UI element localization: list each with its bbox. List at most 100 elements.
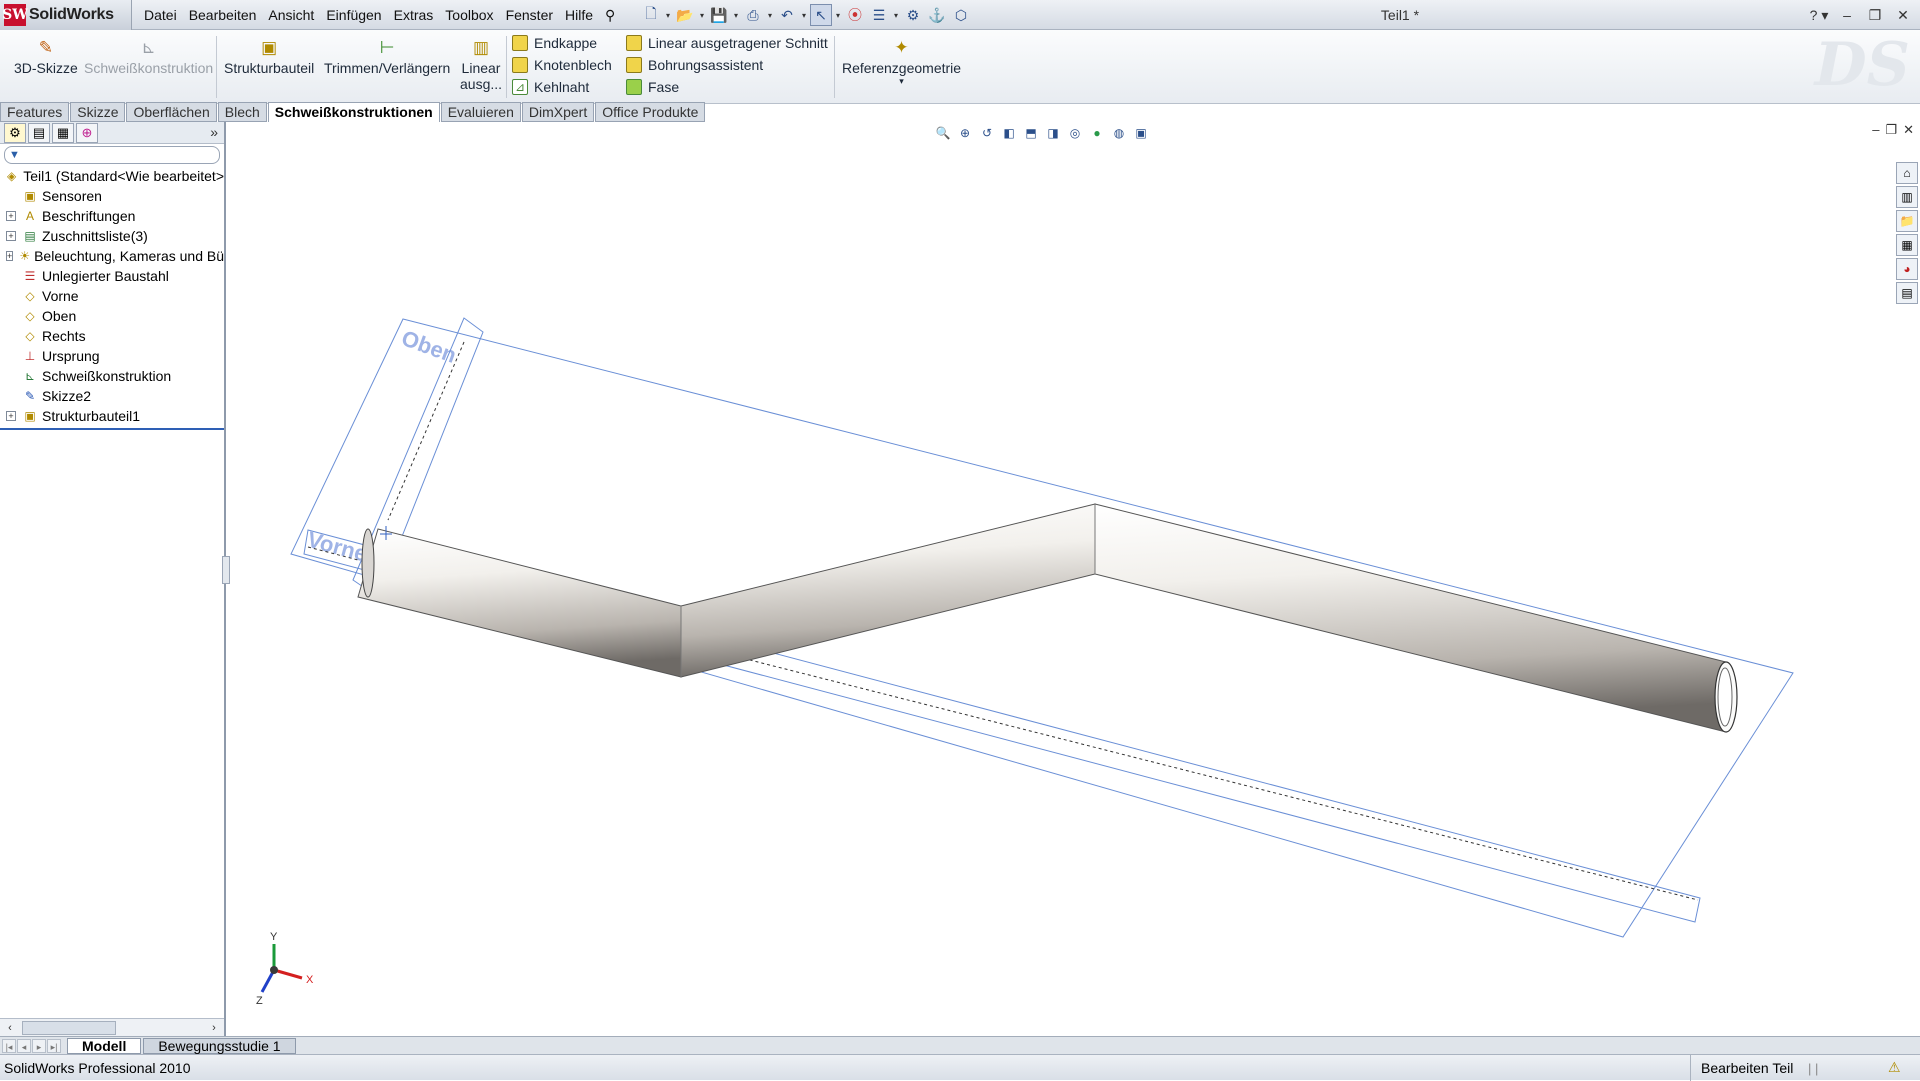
select-dropdown-icon[interactable]: ▾: [834, 4, 842, 26]
sketch-line[interactable]: [307, 546, 359, 561]
tree-root-part[interactable]: ◈ Teil1 (Standard<Wie bearbeitet>: [0, 166, 224, 186]
view-toolbar-icon[interactable]: ⚙: [902, 4, 924, 26]
doc-minimize-icon[interactable]: –: [1872, 122, 1879, 138]
tree-item[interactable]: + A Beschriftungen: [0, 206, 224, 226]
scroll-right-icon[interactable]: ›: [206, 1020, 222, 1036]
extruded-cut-button[interactable]: Linear ausgetragener Schnitt: [626, 32, 828, 54]
prev-tab-icon[interactable]: ◂: [17, 1038, 31, 1053]
sketch-line[interactable]: [387, 341, 465, 521]
tree-item[interactable]: ☰ Unlegierter Baustahl: [0, 266, 224, 286]
tab-skizze[interactable]: Skizze: [70, 102, 126, 122]
restore-icon[interactable]: ❐: [1864, 7, 1886, 24]
menu-toolbox[interactable]: Toolbox: [439, 7, 499, 23]
custom-properties-icon[interactable]: ▤: [1896, 282, 1918, 304]
expand-toggle-icon[interactable]: +: [6, 231, 16, 241]
configuration-manager-tab-icon[interactable]: ▦: [52, 122, 74, 143]
menu-einfuegen[interactable]: Einfügen: [320, 7, 387, 23]
linear-cut-button[interactable]: ▥ Linear ausg...: [460, 36, 502, 92]
tab-bewegungsstudie[interactable]: Bewegungsstudie 1: [143, 1037, 296, 1054]
reference-geometry-button[interactable]: ✦ Referenzgeometrie ▾: [842, 36, 961, 87]
view-palette-icon[interactable]: ▦: [1896, 234, 1918, 256]
doc-restore-icon[interactable]: ❐: [1885, 122, 1897, 138]
hide-show-items-icon[interactable]: ◎: [1066, 124, 1084, 142]
expand-panel-icon[interactable]: »: [210, 124, 218, 140]
previous-view-icon[interactable]: ↺: [978, 124, 996, 142]
tree-item[interactable]: ◇ Oben: [0, 306, 224, 326]
trim-extend-button[interactable]: ⊢ Trimmen/Verlängern: [324, 36, 450, 76]
section-view-icon[interactable]: ◧: [1000, 124, 1018, 142]
select-pointer-icon[interactable]: ↖: [810, 4, 832, 26]
fillet-bead-button[interactable]: ⊿ Kehlnaht: [512, 76, 589, 98]
tree-item[interactable]: ⊥ Ursprung: [0, 346, 224, 366]
first-tab-icon[interactable]: |◂: [2, 1038, 16, 1053]
panel-horizontal-scrollbar[interactable]: ‹ ›: [0, 1018, 224, 1036]
weldment-button[interactable]: ⊾ Schweißkonstruktion: [84, 36, 213, 76]
top-plane-outline[interactable]: [290, 318, 1794, 938]
front-plane-outline[interactable]: [303, 529, 1701, 923]
hole-wizard-button[interactable]: Bohrungsassistent: [626, 54, 763, 76]
feature-manager-tab-icon[interactable]: ⚙: [4, 122, 26, 143]
tab-office-produkte[interactable]: Office Produkte: [595, 102, 706, 122]
anchor-icon[interactable]: ⚓: [926, 4, 948, 26]
tab-oberflaechen[interactable]: Oberflächen: [126, 102, 217, 122]
tree-filter-input[interactable]: ▼: [4, 146, 220, 164]
tree-item[interactable]: ⊾ Schweißkonstruktion: [0, 366, 224, 386]
sketch-line[interactable]: [737, 656, 1699, 901]
minimize-icon[interactable]: –: [1836, 7, 1858, 23]
save-icon[interactable]: 💾: [708, 4, 730, 26]
tree-item[interactable]: ◇ Rechts: [0, 326, 224, 346]
tab-modell[interactable]: Modell: [67, 1037, 142, 1054]
tab-dimxpert[interactable]: DimXpert: [521, 102, 595, 122]
reference-geometry-dropdown-icon[interactable]: ▾: [899, 76, 904, 87]
display-style-icon[interactable]: ◨: [1044, 124, 1062, 142]
sketch3d-button[interactable]: ✎ 3D-Skizze: [14, 36, 78, 76]
menu-fenster[interactable]: Fenster: [500, 7, 559, 23]
app-logo[interactable]: SW SolidWorks: [0, 0, 132, 30]
zoom-to-fit-icon[interactable]: 🔍: [934, 124, 952, 142]
tab-evaluieren[interactable]: Evaluieren: [440, 102, 521, 122]
right-plane-outline[interactable]: [352, 317, 484, 598]
print-icon[interactable]: ⎙: [742, 4, 764, 26]
tree-item[interactable]: ✎ Skizze2: [0, 386, 224, 406]
close-icon[interactable]: ✕: [1892, 7, 1914, 24]
tree-item[interactable]: ◇ Vorne: [0, 286, 224, 306]
structural-member-button[interactable]: ▣ Strukturbauteil: [224, 36, 314, 76]
end-cap-button[interactable]: Endkappe: [512, 32, 597, 54]
menu-bearbeiten[interactable]: Bearbeiten: [183, 7, 263, 23]
chamfer-button[interactable]: Fase: [626, 76, 679, 98]
next-tab-icon[interactable]: ▸: [32, 1038, 46, 1053]
cube-icon[interactable]: ⬡: [950, 4, 972, 26]
save-dropdown-icon[interactable]: ▾: [732, 4, 740, 26]
tube-end-right[interactable]: [1714, 661, 1738, 733]
doc-close-icon[interactable]: ✕: [1903, 122, 1914, 138]
tree-item[interactable]: + ▤ Zuschnittsliste(3): [0, 226, 224, 246]
tree-item[interactable]: ▣ Sensoren: [0, 186, 224, 206]
rollback-bar[interactable]: [0, 428, 224, 430]
dimxpert-manager-tab-icon[interactable]: ⊕: [76, 122, 98, 143]
menu-ansicht[interactable]: Ansicht: [262, 7, 320, 23]
options-list-icon[interactable]: ☰: [868, 4, 890, 26]
menu-extras[interactable]: Extras: [388, 7, 440, 23]
open-dropdown-icon[interactable]: ▾: [698, 4, 706, 26]
edit-appearance-icon[interactable]: ●: [1088, 124, 1106, 142]
rebuild-traffic-light-icon[interactable]: ⦿: [844, 4, 866, 26]
last-tab-icon[interactable]: ▸|: [47, 1038, 61, 1053]
file-explorer-icon[interactable]: 📁: [1896, 210, 1918, 232]
zoom-to-area-icon[interactable]: ⊕: [956, 124, 974, 142]
help-icon[interactable]: ? ▾: [1808, 7, 1830, 24]
solidworks-resources-icon[interactable]: ⌂: [1896, 162, 1918, 184]
print-dropdown-icon[interactable]: ▾: [766, 4, 774, 26]
menu-datei[interactable]: Datei: [138, 7, 183, 23]
view-settings-icon[interactable]: ▣: [1132, 124, 1150, 142]
undo-icon[interactable]: ↶: [776, 4, 798, 26]
scroll-thumb[interactable]: [22, 1021, 116, 1035]
graphics-area[interactable]: 🔍 ⊕ ↺ ◧ ⬒ ◨ ◎ ● ◍ ▣ – ❐ ✕ ⌂ ▥ 📁 ▦ ◕ ▤ Ob…: [222, 122, 1920, 1036]
tab-features[interactable]: Features: [0, 102, 70, 122]
tab-blech[interactable]: Blech: [217, 102, 267, 122]
design-library-icon[interactable]: ▥: [1896, 186, 1918, 208]
tab-schweisskonstruktionen[interactable]: Schweißkonstruktionen: [267, 102, 440, 124]
gusset-button[interactable]: Knotenblech: [512, 54, 612, 76]
new-document-icon[interactable]: 🗋: [640, 4, 662, 26]
tube-segment-3[interactable]: [1094, 503, 1727, 733]
options-dropdown-icon[interactable]: ▾: [892, 4, 900, 26]
